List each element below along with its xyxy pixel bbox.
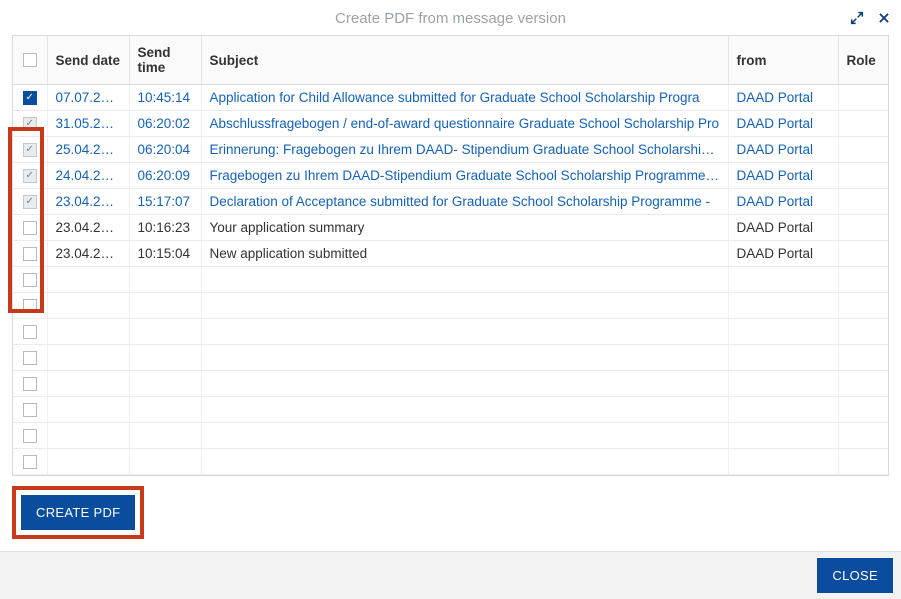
row-checkbox[interactable]: [23, 377, 37, 391]
table-row: ✓ 31.05.202006:20:02Abschlussfragebogen /…: [13, 111, 888, 137]
create-pdf-button[interactable]: CREATE PDF: [21, 495, 135, 530]
cell-from[interactable]: DAAD Portal: [728, 111, 838, 137]
table-row-empty: [13, 267, 888, 293]
cell-from[interactable]: DAAD Portal: [728, 189, 838, 215]
cell-time[interactable]: 06:20:09: [129, 163, 201, 189]
col-subject[interactable]: Subject: [201, 36, 728, 85]
table-row: ✓ 24.04.202006:20:09Fragebogen zu Ihrem D…: [13, 163, 888, 189]
cell-date: 23.04.2020: [47, 215, 129, 241]
cell-subject[interactable]: Fragebogen zu Ihrem DAAD-Stipendium Grad…: [201, 163, 728, 189]
cell-subject: Your application summary: [201, 215, 728, 241]
cell-from: DAAD Portal: [728, 241, 838, 267]
row-checkbox[interactable]: ✓: [23, 143, 37, 157]
table-row-empty: [13, 319, 888, 345]
cell-role: [838, 163, 888, 189]
row-checkbox[interactable]: ✓: [23, 91, 37, 105]
dialog-footer: CLOSE: [0, 551, 901, 599]
table-row-empty: [13, 345, 888, 371]
table-row-empty: [13, 371, 888, 397]
cell-time[interactable]: 06:20:04: [129, 137, 201, 163]
cell-date[interactable]: 24.04.2020: [47, 163, 129, 189]
table-header-row: Send date Send time Subject from Role: [13, 36, 888, 85]
cell-role: [838, 215, 888, 241]
table-row: ✓ 25.04.202006:20:04Erinnerung: Frageboge…: [13, 137, 888, 163]
row-checkbox[interactable]: [23, 429, 37, 443]
table-row-empty: [13, 293, 888, 319]
cell-time: 10:16:23: [129, 215, 201, 241]
cell-from[interactable]: DAAD Portal: [728, 85, 838, 111]
cell-from: DAAD Portal: [728, 215, 838, 241]
row-checkbox[interactable]: [23, 247, 37, 261]
table-row: ✓ 07.07.202010:45:14Application for Child…: [13, 85, 888, 111]
cell-date[interactable]: 31.05.2020: [47, 111, 129, 137]
table-row: ✓ 23.04.202015:17:07Declaration of Accept…: [13, 189, 888, 215]
cell-date[interactable]: 23.04.2020: [47, 189, 129, 215]
cell-subject[interactable]: Declaration of Acceptance submitted for …: [201, 189, 728, 215]
cell-time[interactable]: 15:17:07: [129, 189, 201, 215]
col-send-time[interactable]: Send time: [129, 36, 201, 85]
cell-subject[interactable]: Application for Child Allowance submitte…: [201, 85, 728, 111]
col-checkbox: [13, 36, 47, 85]
table-row-empty: [13, 449, 888, 475]
table-row-empty: [13, 423, 888, 449]
cell-role: [838, 189, 888, 215]
row-checkbox[interactable]: [23, 403, 37, 417]
table-row: 23.04.202010:15:04New application submit…: [13, 241, 888, 267]
cell-from[interactable]: DAAD Portal: [728, 137, 838, 163]
cell-date[interactable]: 07.07.2020: [47, 85, 129, 111]
select-all-checkbox[interactable]: [23, 53, 37, 67]
highlight-create-pdf: CREATE PDF: [12, 486, 144, 539]
cell-date: 23.04.2020: [47, 241, 129, 267]
dialog-header: Create PDF from message version: [0, 0, 901, 35]
col-role[interactable]: Role: [838, 36, 888, 85]
messages-table: Send date Send time Subject from Role ✓ 0…: [12, 35, 889, 476]
cell-role: [838, 137, 888, 163]
cell-role: [838, 85, 888, 111]
cell-time[interactable]: 10:45:14: [129, 85, 201, 111]
col-from[interactable]: from: [728, 36, 838, 85]
col-send-date[interactable]: Send date: [47, 36, 129, 85]
row-checkbox[interactable]: ✓: [23, 195, 37, 209]
dialog-title: Create PDF from message version: [12, 10, 889, 27]
cell-role: [838, 241, 888, 267]
row-checkbox[interactable]: [23, 299, 37, 313]
cell-subject: New application submitted: [201, 241, 728, 267]
table-row-empty: [13, 397, 888, 423]
cell-subject[interactable]: Abschlussfragebogen / end-of-award quest…: [201, 111, 728, 137]
cell-date[interactable]: 25.04.2020: [47, 137, 129, 163]
close-icon[interactable]: [877, 11, 891, 25]
row-checkbox[interactable]: ✓: [23, 117, 37, 131]
cell-role: [838, 111, 888, 137]
cell-time[interactable]: 06:20:02: [129, 111, 201, 137]
table-row: 23.04.202010:16:23Your application summa…: [13, 215, 888, 241]
row-checkbox[interactable]: [23, 273, 37, 287]
cell-subject[interactable]: Erinnerung: Fragebogen zu Ihrem DAAD- St…: [201, 137, 728, 163]
row-checkbox[interactable]: ✓: [23, 169, 37, 183]
row-checkbox[interactable]: [23, 221, 37, 235]
row-checkbox[interactable]: [23, 325, 37, 339]
row-checkbox[interactable]: [23, 455, 37, 469]
row-checkbox[interactable]: [23, 351, 37, 365]
cell-from[interactable]: DAAD Portal: [728, 163, 838, 189]
expand-icon[interactable]: [849, 10, 865, 26]
cell-time: 10:15:04: [129, 241, 201, 267]
